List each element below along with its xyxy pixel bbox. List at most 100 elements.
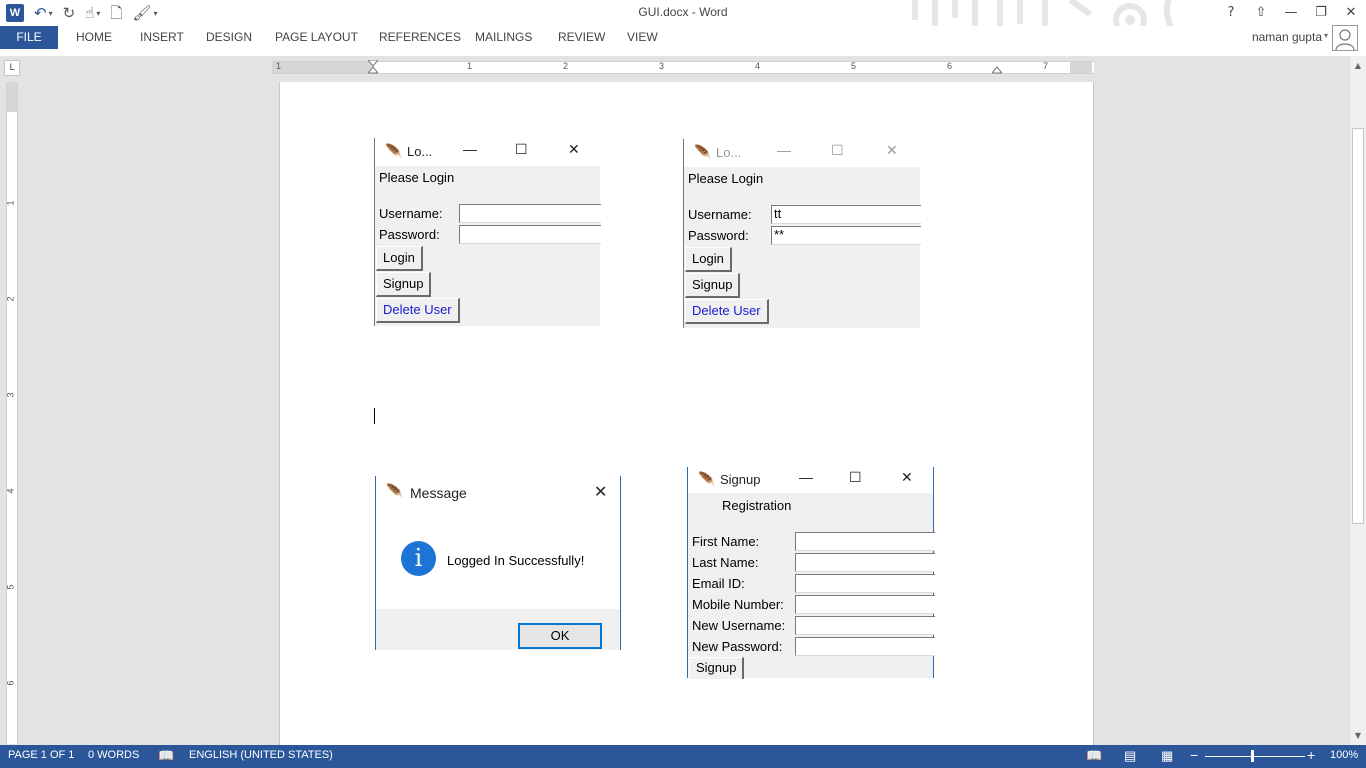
scroll-down-icon[interactable]: ▼ [1350,729,1366,743]
scrollbar-thumb[interactable] [1352,128,1364,524]
close-icon[interactable]: ✕ [901,469,913,486]
ruler-left-margin [272,62,372,73]
tab-mailings[interactable]: MAILINGS [475,26,532,49]
ruler-number: 6 [5,680,16,686]
username-input[interactable] [459,204,601,223]
minimize-icon[interactable]: — [463,141,477,157]
minimize-icon[interactable]: — [777,142,791,158]
delete-user-button[interactable]: Delete User [376,298,460,323]
vertical-ruler[interactable]: 1 2 3 4 5 6 [6,82,18,744]
ruler-number: 4 [755,61,761,71]
feather-icon: 🪶 [694,144,712,160]
close-icon[interactable]: ✕ [568,141,580,158]
read-mode-icon[interactable]: 📖 [1086,748,1102,764]
password-label: Password: [688,228,749,243]
info-icon: i [401,541,436,576]
right-indent-marker-icon[interactable] [992,65,1002,75]
login-heading: Please Login [688,171,764,186]
word-count[interactable]: 0 WORDS [88,749,139,761]
tab-page-layout[interactable]: PAGE LAYOUT [275,26,358,49]
tab-view[interactable]: VIEW [627,26,658,49]
signup-submit-button[interactable]: Signup [689,657,745,679]
ruler-number: 1 [467,61,473,71]
indent-marker-icon[interactable] [368,60,378,78]
ruler-number: 2 [563,61,569,71]
print-layout-icon[interactable]: ▤ [1124,748,1136,764]
login-button[interactable]: Login [685,247,732,272]
close-icon[interactable]: ✕ [594,482,607,502]
close-icon[interactable]: ✕ [886,142,898,159]
ribbon-display-options-icon[interactable]: ⇧ [1246,0,1276,24]
zoom-level[interactable]: 100% [1330,749,1358,761]
vertical-scrollbar[interactable]: ▲ ▼ [1349,56,1366,745]
close-icon[interactable]: ✕ [1336,0,1366,24]
email-input[interactable] [795,574,935,593]
login-window-2: 🪶 Lo... — ☐ ✕ Please Login Username: tt … [683,139,921,328]
tab-design[interactable]: DESIGN [206,26,252,49]
zoom-slider-handle[interactable] [1251,750,1254,762]
ruler-number: 3 [659,61,665,71]
web-layout-icon[interactable]: ▦ [1161,748,1173,764]
first-name-label: First Name: [692,534,760,549]
zoom-in-button[interactable]: + [1307,747,1315,763]
new-username-input[interactable] [795,616,935,635]
zoom-out-button[interactable]: − [1190,747,1198,763]
zoom-slider[interactable] [1205,756,1305,757]
dialog-title: Message [410,485,467,501]
new-password-input[interactable] [795,637,935,656]
tab-home[interactable]: HOME [76,26,112,49]
delete-user-button[interactable]: Delete User [685,299,769,324]
first-name-input[interactable] [795,532,935,551]
feather-icon: 🪶 [698,471,716,487]
dialog-footer: OK [376,609,620,650]
username-input[interactable]: tt [771,205,921,224]
tab-file[interactable]: FILE [0,26,58,49]
user-name[interactable]: naman gupta [1252,30,1322,44]
message-dialog: 🪶 Message ✕ i Logged In Successfully! OK [375,476,621,650]
minimize-icon[interactable]: — [799,469,813,485]
window-title-bar: 🪶 Lo... — ☐ ✕ [375,138,600,166]
window-title-bar: 🪶 Lo... — ☐ ✕ [684,139,920,167]
proofing-icon[interactable]: 📖 [158,748,174,764]
scroll-up-icon[interactable]: ▲ [1350,59,1366,73]
mobile-number-input[interactable] [795,595,935,614]
mobile-number-label: Mobile Number: [692,597,784,612]
avatar[interactable] [1332,25,1358,51]
ruler-right-margin [1070,62,1092,73]
tab-insert[interactable]: INSERT [140,26,184,49]
password-input[interactable]: ** [771,226,921,245]
signup-button[interactable]: Signup [685,273,741,298]
minimize-icon[interactable]: — [1276,0,1306,24]
registration-heading: Registration [722,498,792,513]
last-name-label: Last Name: [692,555,759,570]
tab-references[interactable]: REFERENCES [379,26,461,49]
signup-button[interactable]: Signup [376,272,432,297]
person-icon [1335,29,1355,51]
restore-icon[interactable]: ❐ [1306,0,1336,24]
horizontal-ruler[interactable]: 1 1 2 3 4 5 6 7 [272,60,1094,75]
login-heading: Please Login [379,170,455,185]
new-password-label: New Password: [692,639,783,654]
ruler-number: 5 [851,61,857,71]
username-label: Username: [379,206,443,221]
email-label: Email ID: [692,576,745,591]
maximize-icon[interactable]: ☐ [831,142,844,159]
language-status[interactable]: ENGLISH (UNITED STATES) [189,749,333,761]
tab-selector[interactable]: L [4,60,20,76]
login-window-1: 🪶 Lo... — ☐ ✕ Please Login Username: Pas… [374,138,601,326]
password-input[interactable] [459,225,601,244]
last-name-input[interactable] [795,553,935,572]
ok-button[interactable]: OK [518,623,602,649]
user-dropdown-icon[interactable]: ▾ [1324,31,1328,40]
maximize-icon[interactable]: ☐ [515,141,528,158]
ruler-number: 6 [947,61,953,71]
maximize-icon[interactable]: ☐ [849,469,862,486]
tab-review[interactable]: REVIEW [558,26,605,49]
page-count[interactable]: PAGE 1 OF 1 [8,749,74,761]
status-bar: PAGE 1 OF 1 0 WORDS 📖 ENGLISH (UNITED ST… [0,745,1366,768]
ruler-number: 5 [5,584,16,590]
help-icon[interactable]: ? [1216,0,1246,24]
window-title: Lo... [716,145,742,160]
login-button[interactable]: Login [376,246,423,271]
ruler-top-margin [7,82,17,112]
